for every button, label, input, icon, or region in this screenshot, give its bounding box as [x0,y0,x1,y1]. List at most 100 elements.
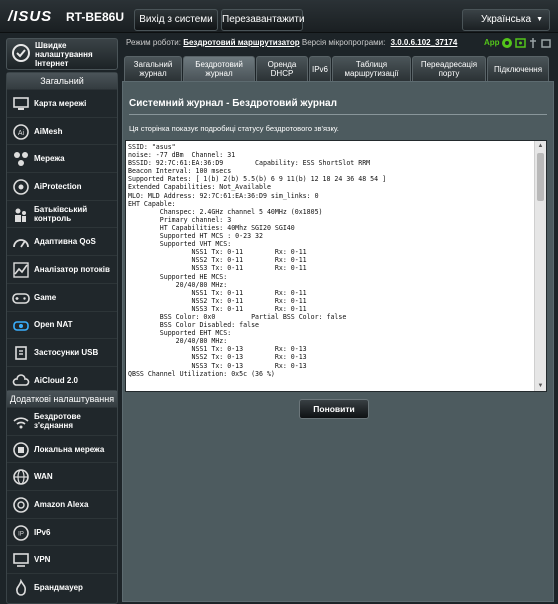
sidebar-item-label: Брандмауер [34,582,83,592]
operation-mode-label: Режим роботи: [126,38,181,47]
sidebar-item-usb-apps[interactable]: Застосунки USB [7,339,117,367]
aimesh-icon: Ai [13,123,29,140]
ipv6-icon: IP [13,524,29,541]
general-menu-title: Загальний [7,73,117,90]
operation-mode-link[interactable]: Бездротовий маршрутизатор [183,38,299,47]
sidebar-item-label: Локальна мережа [34,444,105,454]
sidebar-item-open-nat[interactable]: Open NAT [7,312,117,340]
quick-internet-setup-button[interactable]: Швидке налаштування Інтернет [6,38,118,70]
firmware-label: Версія мікропрограми: [301,38,386,47]
gear-icon[interactable] [502,38,512,48]
parental-control-icon [15,208,26,222]
cloud-icon [12,374,30,386]
log-line: SSID: "asus" [128,143,176,151]
sidebar: Швидке налаштування Інтернет Загальний К… [0,34,118,604]
sidebar-item-label: Бездротове з'єднання [34,412,81,431]
log-line: Primary channel: 3 [128,215,232,224]
wireless-log-textarea[interactable]: SSID: "asus" noise: -77 dBm Channel: 31 BS… [125,140,547,392]
sidebar-item-wireless[interactable]: Бездротове з'єднання [7,408,117,436]
vpn-icon [13,553,29,568]
sidebar-item-label: Мережа [34,154,65,164]
svg-text:IP: IP [18,531,24,537]
tab-ipv6[interactable]: IPv6 [309,56,331,81]
status-icons [502,38,551,48]
log-line: noise: -77 dBm Channel: 31 [128,151,236,160]
scroll-thumb[interactable] [537,153,544,201]
log-panel: Системний журнал - Бездротовий журнал Ця… [122,81,554,602]
network-map-icon [13,97,29,110]
network-status-icon[interactable] [515,38,526,48]
sidebar-item-label: Amazon Alexa [34,499,89,509]
log-line: NSS1 Tx: 0-11 Rx: 0-11 [128,288,307,297]
sidebar-item-parental-control[interactable]: Батьківський контроль [7,201,117,229]
traffic-analyzer-icon [13,262,29,278]
app-label[interactable]: App [484,38,500,47]
logout-button[interactable]: Вихід з системи [134,9,218,31]
top-bar: /ISUS RT-BE86U Вихід з системи Перезаван… [0,0,558,33]
aiprotection-icon [13,179,29,195]
language-value: Українська [480,14,532,25]
sidebar-item-label: AiMesh [34,126,63,136]
tab-dhcp-leases[interactable]: Оренда DHCP [256,56,308,81]
sidebar-item-vpn[interactable]: VPN [7,546,117,575]
tab-bar: Загальний журнал Бездротовий журнал Орен… [120,56,558,81]
log-line: NSS1 Tx: 0-13 Rx: 0-13 [128,345,307,354]
sidebar-item-network-map[interactable]: Карта мережі [7,90,117,118]
sidebar-item-adaptive-qos[interactable]: Адаптивна QoS [7,228,117,257]
quick-setup-label: Швидке налаштування Інтернет [35,41,93,68]
sidebar-item-aiprotection[interactable]: AiProtection [7,173,117,201]
log-line: BSS Color: 0x0 Partial BSS Color: false [128,312,347,321]
sidebar-item-ipv6[interactable]: IP IPv6 [7,519,117,547]
lan-status-icon[interactable] [541,39,551,48]
sidebar-item-wan[interactable]: WAN [7,463,117,492]
log-line: NSS3 Tx: 0-13 Rx: 0-13 [128,361,307,370]
tab-wireless-log[interactable]: Бездротовий журнал [183,56,255,81]
tab-connections[interactable]: Підключення [487,56,549,81]
wan-icon [13,469,29,486]
sidebar-item-label: Open NAT [34,320,73,330]
sidebar-item-lan[interactable]: Локальна мережа [7,436,117,464]
advanced-menu: Додаткові налаштування Бездротове з'єдна… [6,390,118,604]
reboot-button[interactable]: Перезавантажити [221,9,305,31]
wireless-log-text: SSID: "asus" noise: -77 dBm Channel: 31 BS… [126,141,534,391]
sidebar-item-firewall[interactable]: Брандмауер [7,574,117,601]
log-line: 20/40/80 MHz: [128,280,228,289]
sidebar-item-alexa[interactable]: Amazon Alexa [7,491,117,519]
quick-setup-icon [12,44,30,62]
advanced-menu-title: Додаткові налаштування [7,391,117,408]
alexa-icon [13,497,29,513]
gamepad-icon [12,293,30,304]
log-line: NSS2 Tx: 0-11 Rx: 0-11 [128,256,307,265]
log-line: Supported HT MCS : 0-23 32 [128,232,263,241]
title-divider [129,114,547,115]
sidebar-item-game[interactable]: Game [7,284,117,312]
log-line: EHT Capable: [128,199,176,208]
sidebar-item-aimesh[interactable]: Ai AiMesh [7,118,117,146]
chevron-down-icon: ▼ [536,16,543,23]
svg-text:Ai: Ai [18,130,25,137]
log-line: BSSID: 92:7C:61:EA:36:D9 Capability: ESS… [128,159,371,168]
tab-general-log[interactable]: Загальний журнал [124,56,182,81]
log-line: NSS1 Tx: 0-11 Rx: 0-11 [128,248,307,257]
sidebar-item-label: AiProtection [34,181,82,191]
log-line: QBSS Channel Utilization: 0x5c (36 %) [128,369,275,378]
log-scrollbar[interactable]: ▲ ▼ [534,141,546,391]
wireless-icon [13,417,29,429]
scroll-up-arrow[interactable]: ▲ [535,141,546,151]
refresh-button[interactable]: Поновити [299,399,369,419]
usb-status-icon[interactable] [530,38,536,48]
sidebar-item-traffic-analyzer[interactable]: Аналізатор потоків [7,256,117,284]
scroll-down-arrow[interactable]: ▼ [535,381,546,391]
tab-port-forwarding[interactable]: Переадресація порту [412,56,486,81]
language-select[interactable]: Українська ▼ [462,9,550,31]
tab-routing-table[interactable]: Таблиця маршрутизації [332,56,411,81]
status-line: Режим роботи: Бездротовий маршрутизатор … [126,38,457,47]
sidebar-item-network[interactable]: Мережа [7,145,117,174]
sidebar-item-label: Карта мережі [34,98,87,108]
firmware-version-link[interactable]: 3.0.0.6.102_37174 [391,38,458,47]
network-icon [14,152,28,167]
log-line: Supported HE MCS: [128,272,228,281]
asus-logo: /ISUS [8,8,53,25]
general-menu: Загальний Карта мережі Ai AiMesh Мережа … [6,72,118,395]
log-line: NSS3 Tx: 0-11 Rx: 0-11 [128,304,307,313]
